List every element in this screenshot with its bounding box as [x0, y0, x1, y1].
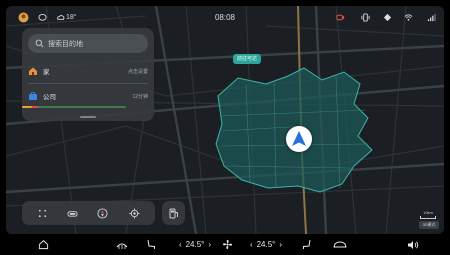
- clock: 08:08: [214, 12, 236, 22]
- traffic-segment-slow: [22, 106, 32, 108]
- locate-icon[interactable]: [126, 205, 142, 221]
- work-label: 公司: [43, 94, 56, 101]
- passenger-temp-value: 24.5°: [256, 240, 276, 249]
- drag-handle[interactable]: [80, 116, 96, 118]
- vehicle-icon[interactable]: [332, 234, 348, 255]
- driver-seat-icon[interactable]: [144, 234, 158, 255]
- compass-icon[interactable]: [94, 205, 110, 221]
- driver-temp-value: 24.5°: [185, 240, 205, 249]
- dashcam-icon[interactable]: [336, 6, 345, 28]
- status-bar: 18° 08:08: [6, 6, 444, 28]
- home-icon: [28, 66, 38, 76]
- traffic-segment-jam: [32, 106, 38, 108]
- signal-icon[interactable]: [427, 6, 436, 28]
- home-meta: 点击设置: [127, 68, 148, 75]
- driver-temp-decrease[interactable]: ‹: [179, 240, 182, 249]
- home-shortcut[interactable]: 家 点击设置: [28, 64, 148, 78]
- fuel-station-button[interactable]: [162, 201, 185, 225]
- driver-temp-increase[interactable]: ›: [208, 240, 211, 249]
- work-shortcut[interactable]: 公司 12分钟: [28, 89, 148, 103]
- home-icon[interactable]: [36, 234, 50, 255]
- driver-temp-control[interactable]: ‹ 24.5° ›: [170, 234, 220, 255]
- current-location-arrow[interactable]: [286, 126, 312, 152]
- map-scale: 10km: [420, 210, 436, 219]
- home-label: 家: [43, 69, 50, 76]
- map-pin-label[interactable]: 前往可达: [233, 54, 262, 64]
- passenger-temp-increase[interactable]: ›: [279, 240, 282, 249]
- volume-icon[interactable]: [406, 234, 420, 255]
- passenger-temp-control[interactable]: ‹ 24.5° ›: [240, 234, 292, 255]
- work-meta: 12分钟: [132, 93, 148, 100]
- car-icon[interactable]: [64, 205, 80, 221]
- navigation-arrow-icon: [292, 131, 306, 146]
- fuel-station-icon: [169, 208, 178, 218]
- briefcase-icon: [28, 91, 38, 101]
- grid-icon[interactable]: [34, 205, 50, 221]
- map-toolbar: [22, 201, 155, 225]
- search-icon: [35, 39, 44, 48]
- search-placeholder: 搜索目的地: [48, 40, 83, 48]
- passenger-temp-decrease[interactable]: ‹: [250, 240, 253, 249]
- fan-icon[interactable]: [220, 234, 234, 255]
- location-icon[interactable]: [383, 6, 392, 28]
- search-input[interactable]: 搜索目的地: [28, 34, 148, 53]
- bottom-dock: ‹ 24.5° › ‹ 24.5° ›: [0, 234, 450, 255]
- traffic-bar: [22, 106, 126, 108]
- scale-label: 10km: [423, 210, 433, 215]
- divider: [28, 83, 148, 84]
- passenger-seat-icon[interactable]: [300, 234, 314, 255]
- vibrate-icon[interactable]: [360, 6, 371, 28]
- wifi-icon[interactable]: [404, 6, 413, 28]
- defrost-icon[interactable]: [115, 234, 129, 255]
- scale-bar: [420, 216, 436, 219]
- map-mode-button[interactable]: 3D模式: [419, 221, 439, 229]
